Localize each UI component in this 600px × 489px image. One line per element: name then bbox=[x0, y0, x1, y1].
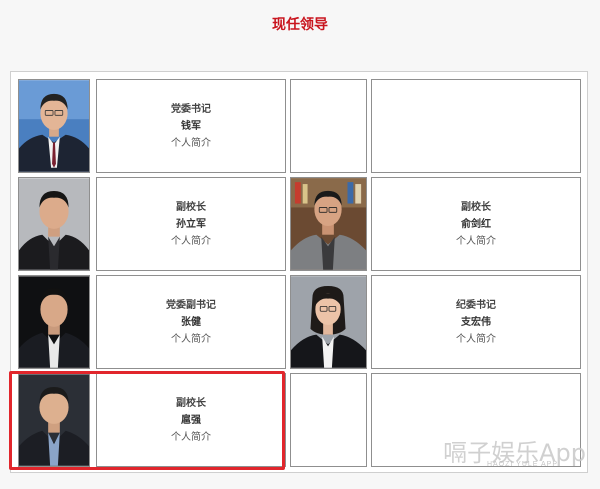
leader-card-yujianhong: 副校长 俞剑红 个人简介 bbox=[371, 177, 581, 271]
leader-card-zhihongwei: 纪委书记 支宏伟 个人简介 bbox=[371, 275, 581, 369]
portrait-image bbox=[291, 276, 366, 368]
portrait-image bbox=[291, 178, 366, 270]
leader-role: 副校长 bbox=[176, 201, 206, 213]
leader-bio-link[interactable]: 个人简介 bbox=[171, 233, 211, 250]
leader-name[interactable]: 支宏伟 bbox=[461, 314, 491, 331]
leader-name[interactable]: 钱军 bbox=[181, 118, 201, 135]
leader-photo-yujianhong[interactable] bbox=[290, 177, 367, 271]
leader-name[interactable]: 孙立军 bbox=[176, 216, 206, 233]
portrait-image bbox=[19, 80, 89, 172]
leader-role: 党委副书记 bbox=[166, 299, 216, 311]
leader-role: 副校长 bbox=[461, 201, 491, 213]
leader-photo-zhihongwei[interactable] bbox=[290, 275, 367, 369]
page-title: 现任领导 bbox=[272, 16, 328, 32]
empty-photo-cell bbox=[290, 373, 367, 467]
highlight-box bbox=[9, 371, 285, 470]
leader-photo-sunlijun[interactable] bbox=[18, 177, 90, 271]
leader-bio-link[interactable]: 个人简介 bbox=[456, 233, 496, 250]
leader-name[interactable]: 张健 bbox=[181, 314, 201, 331]
leader-photo-zhangjian[interactable] bbox=[18, 275, 90, 369]
leader-bio-link[interactable]: 个人简介 bbox=[171, 135, 211, 152]
leader-card-sunlijun: 副校长 孙立军 个人简介 bbox=[96, 177, 286, 271]
leader-card-zhangjian: 党委副书记 张健 个人简介 bbox=[96, 275, 286, 369]
leader-bio-link[interactable]: 个人简介 bbox=[171, 331, 211, 348]
leader-role: 党委书记 bbox=[171, 103, 211, 115]
leader-photo-qianjun[interactable] bbox=[18, 79, 90, 173]
portrait-image bbox=[19, 178, 89, 270]
leader-card-qianjun: 党委书记 钱军 个人简介 bbox=[96, 79, 286, 173]
portrait-image bbox=[19, 276, 89, 368]
watermark-subtext: HAOZI YULE APP bbox=[486, 461, 558, 468]
leader-bio-link[interactable]: 个人简介 bbox=[456, 331, 496, 348]
empty-info-cell bbox=[371, 79, 581, 173]
empty-photo-cell bbox=[290, 79, 367, 173]
leader-role: 纪委书记 bbox=[456, 299, 496, 311]
leader-name[interactable]: 俞剑红 bbox=[461, 216, 491, 233]
